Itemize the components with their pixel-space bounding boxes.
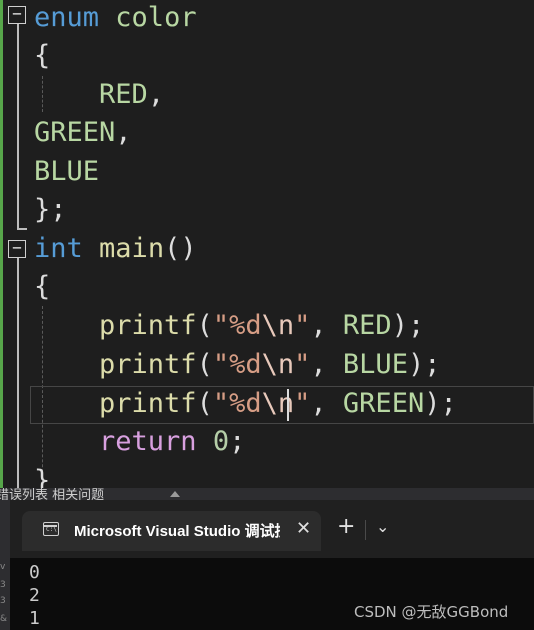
text-cursor: [287, 389, 289, 421]
tab-divider: [365, 520, 366, 540]
string-literal: "%d: [212, 349, 262, 380]
enum-constant-green: GREEN: [34, 117, 116, 148]
strip-text: v: [0, 562, 6, 572]
code-line-6: };: [34, 191, 67, 229]
separator: ,: [310, 388, 343, 419]
paren-open: (: [196, 310, 213, 341]
fold-toggle-enum[interactable]: −: [8, 6, 26, 24]
comma: ,: [115, 117, 132, 148]
escape-sequence: \n: [261, 349, 295, 380]
brace-open: {: [34, 271, 51, 302]
keyword-int: int: [34, 233, 83, 264]
console-output-line: 0: [29, 562, 40, 583]
paren-close: );: [391, 310, 425, 341]
paren-open: (: [196, 349, 213, 380]
parens: (): [164, 233, 197, 264]
console-icon: C:\: [43, 522, 59, 536]
paren-close: );: [424, 388, 457, 419]
code-line-9: printf("%d\n", RED);: [34, 307, 424, 345]
close-icon[interactable]: ✕: [296, 518, 311, 539]
terminal-tab-title: Microsoft Visual Studio 调试控制台: [74, 523, 280, 540]
function-printf: printf: [99, 388, 197, 419]
watermark: CSDN @无敌GGBond: [354, 603, 509, 621]
collapse-arrow-icon[interactable]: [170, 491, 180, 497]
string-quote: ": [294, 388, 311, 419]
terminal-tab-bar: C:\ Microsoft Visual Studio 调试控制台 ✕ + ⌄: [10, 500, 534, 558]
code-line-12: return 0;: [34, 423, 245, 461]
function-printf: printf: [99, 310, 197, 341]
paren-close: );: [407, 349, 441, 380]
separator: ,: [310, 349, 343, 380]
keyword-return: return: [99, 426, 197, 457]
code-line-4: GREEN,: [34, 114, 132, 152]
code-line-1: enum color: [34, 0, 197, 37]
fold-toggle-main[interactable]: −: [8, 240, 26, 258]
fold-region-end: [17, 228, 27, 230]
strip-text: &: [0, 614, 8, 624]
code-line-8: {: [34, 268, 50, 306]
code-line-11[interactable]: printf("%d\n", GREEN);: [34, 385, 457, 423]
console-icon-text: C:\: [46, 526, 57, 533]
console-output-line: 2: [29, 585, 40, 606]
strip-text: 3: [0, 596, 6, 606]
number-literal: 0: [212, 426, 230, 457]
function-printf: printf: [99, 349, 197, 380]
console-output-line: 1: [29, 608, 40, 629]
type-name: color: [115, 2, 197, 33]
side-tool-strip: v 3 3 &: [0, 500, 10, 630]
separator: ,: [310, 310, 343, 341]
paren-open: (: [196, 388, 213, 419]
brace-close: };: [34, 194, 67, 225]
code-line-5: BLUE: [34, 153, 99, 191]
code-line-7: int main(): [34, 230, 197, 268]
escape-sequence: \n: [261, 310, 295, 341]
brace-open: {: [34, 40, 51, 71]
function-main: main: [99, 233, 165, 264]
enum-constant-blue: BLUE: [34, 156, 100, 187]
keyword-enum: enum: [34, 2, 100, 33]
fold-region-main: [17, 258, 19, 492]
code-line-10: printf("%d\n", BLUE);: [34, 346, 440, 384]
argument: RED: [342, 310, 392, 341]
escape-sequence: \n: [261, 388, 295, 419]
code-editor[interactable]: − − enum color { RED, GREEN, BLUE }; int…: [0, 0, 534, 492]
change-tracking-bar: [0, 0, 3, 492]
strip-text: 3: [0, 580, 6, 590]
comma: ,: [147, 79, 165, 110]
gutter-spacer: [4, 0, 6, 492]
code-line-3: RED,: [34, 76, 164, 114]
fold-region-enum: [17, 24, 19, 228]
string-literal: "%d: [212, 310, 262, 341]
argument: BLUE: [342, 349, 408, 380]
terminal-tab[interactable]: C:\ Microsoft Visual Studio 调试控制台 ✕: [22, 511, 321, 551]
new-tab-button[interactable]: +: [337, 516, 355, 538]
chevron-down-icon[interactable]: ⌄: [376, 517, 389, 536]
string-quote: ": [294, 310, 311, 341]
argument: GREEN: [342, 388, 425, 419]
string-literal: "%d: [212, 388, 262, 419]
string-quote: ": [294, 349, 311, 380]
code-line-2: {: [34, 37, 50, 75]
semicolon: ;: [229, 426, 246, 457]
enum-constant-red: RED: [99, 79, 148, 110]
